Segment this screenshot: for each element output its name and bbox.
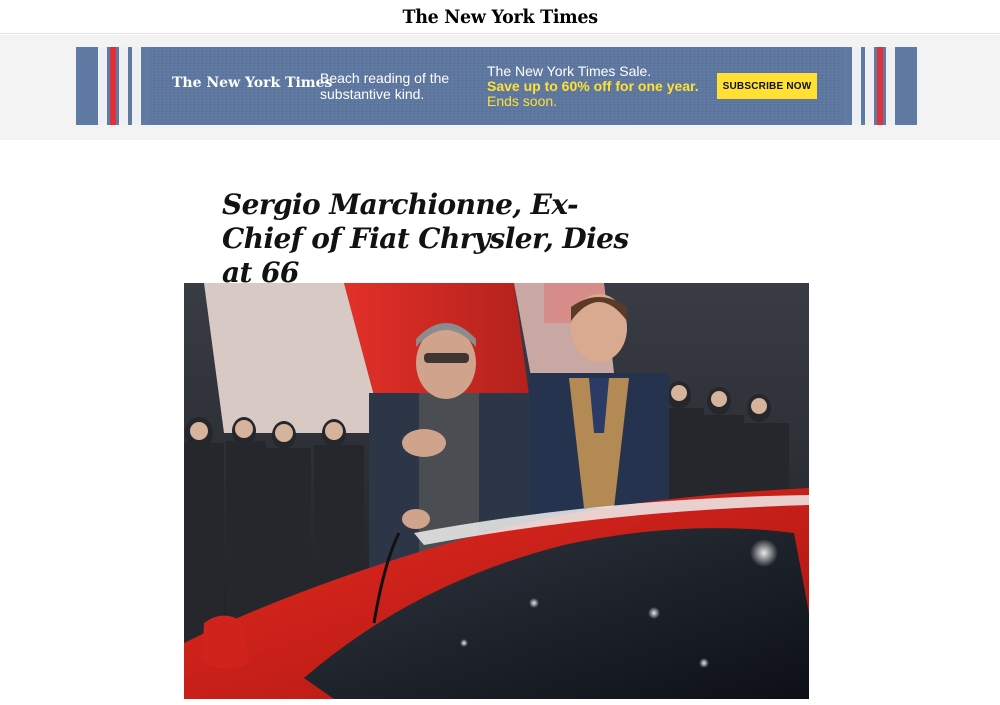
ad-nyt-logo: The New York Times <box>172 75 333 91</box>
ad-sale-title: The New York Times Sale. <box>487 63 652 79</box>
ad-sale-offer: Save up to 60% off for one year. <box>487 78 699 94</box>
ad-tagline: Beach reading of the substantive kind. <box>320 70 450 102</box>
subscribe-now-button[interactable]: SUBSCRIBE NOW <box>717 73 817 99</box>
lead-photo-illustration <box>184 283 809 699</box>
article-headline: Sergio Marchionne, Ex-Chief of Fiat Chry… <box>222 188 629 289</box>
masthead: The New York Times <box>0 0 1000 34</box>
ad-body: The New York Times Beach reading of the … <box>150 47 843 125</box>
ad-banner-region: The New York Times Beach reading of the … <box>0 35 1000 140</box>
ad-stripes-left <box>76 47 151 125</box>
nyt-logo[interactable]: The New York Times <box>402 6 598 28</box>
ad-sale-deadline: Ends soon. <box>487 93 558 109</box>
article-lead-photo[interactable] <box>184 283 809 699</box>
subscription-ad[interactable]: The New York Times Beach reading of the … <box>76 47 917 125</box>
ad-sale-text: The New York Times Sale. Save up to 60% … <box>487 64 727 109</box>
ad-stripes-right <box>842 47 917 125</box>
